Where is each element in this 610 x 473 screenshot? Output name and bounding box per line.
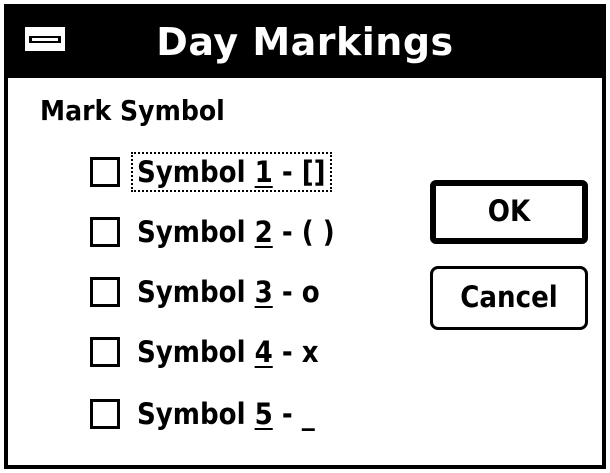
mnemonic-key: 5	[254, 397, 273, 431]
ok-button[interactable]: OK	[430, 180, 588, 244]
symbol-3-label[interactable]: Symbol 3 - o	[134, 275, 323, 309]
symbol-2-label[interactable]: Symbol 2 - ( )	[134, 215, 338, 249]
mnemonic-key: 4	[254, 335, 273, 369]
label-suffix: - x	[272, 335, 319, 369]
day-markings-dialog: Day Markings Mark Symbol Symbol 1 - [] S…	[4, 4, 606, 469]
label-prefix: Symbol	[137, 275, 255, 309]
symbol-5-checkbox[interactable]: Symbol 5 - _	[90, 394, 318, 434]
mnemonic-key: 3	[254, 275, 273, 309]
title-bar[interactable]: Day Markings	[8, 8, 602, 78]
mark-symbol-group-label: Mark Symbol	[40, 94, 225, 127]
symbol-5-label[interactable]: Symbol 5 - _	[134, 397, 318, 431]
cancel-button[interactable]: Cancel	[430, 266, 588, 330]
symbol-4-checkbox[interactable]: Symbol 4 - x	[90, 332, 322, 372]
mnemonic-key: 2	[254, 215, 273, 249]
label-suffix: - o	[272, 275, 320, 309]
symbol-4-label[interactable]: Symbol 4 - x	[134, 335, 322, 369]
window-title: Day Markings	[156, 20, 454, 64]
label-prefix: Symbol	[137, 215, 255, 249]
label-prefix: Symbol	[137, 335, 255, 369]
symbol-3-checkbox[interactable]: Symbol 3 - o	[90, 272, 323, 312]
checkbox-box[interactable]	[90, 157, 120, 187]
checkbox-box[interactable]	[90, 337, 120, 367]
label-suffix: - _	[272, 397, 315, 431]
label-prefix: Symbol	[137, 155, 255, 189]
symbol-2-checkbox[interactable]: Symbol 2 - ( )	[90, 212, 338, 252]
checkbox-box[interactable]	[90, 277, 120, 307]
checkbox-box[interactable]	[90, 399, 120, 429]
symbol-1-label[interactable]: Symbol 1 - []	[131, 152, 332, 192]
mnemonic-key: 1	[254, 155, 273, 189]
symbol-1-checkbox[interactable]: Symbol 1 - []	[90, 152, 332, 192]
label-prefix: Symbol	[137, 397, 255, 431]
label-suffix: - ( )	[272, 215, 335, 249]
label-suffix: - []	[272, 155, 326, 189]
checkbox-box[interactable]	[90, 217, 120, 247]
